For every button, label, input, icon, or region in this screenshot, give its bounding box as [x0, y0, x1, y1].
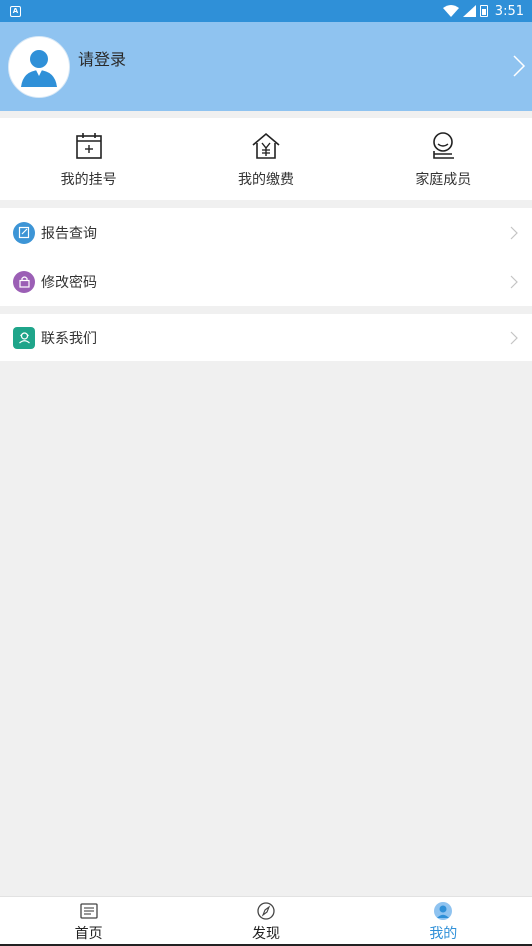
user-avatar-icon[interactable]: [8, 35, 70, 98]
family-member-icon: [433, 132, 455, 159]
quick-label: 我的缴费: [237, 172, 294, 188]
nav-mine[interactable]: 我的: [355, 897, 532, 946]
nav-label: 发现: [251, 925, 280, 942]
bottom-nav: 首页 发现 我的: [0, 896, 532, 946]
chevron-right-icon: [510, 331, 518, 344]
calendar-plus-icon: [75, 133, 102, 159]
quick-actions: 我的挂号 我的缴费 家庭成员: [0, 118, 532, 200]
status-bar: A 3:51: [0, 0, 532, 22]
nav-home[interactable]: 首页: [0, 897, 177, 946]
report-edit-icon: [13, 221, 35, 244]
nav-discover[interactable]: 发现: [177, 897, 354, 946]
nav-label: 我的: [429, 925, 458, 942]
menu-item-change-password[interactable]: 修改密码: [0, 257, 532, 306]
menu-item-contact-us[interactable]: 联系我们: [0, 314, 532, 361]
compass-icon: [257, 901, 275, 920]
menu-item-report-query[interactable]: 报告查询: [0, 208, 532, 257]
house-yen-icon: [252, 132, 280, 159]
status-left: A: [10, 5, 21, 17]
battery-icon: [479, 5, 488, 17]
chevron-right-icon: [510, 226, 518, 239]
quick-label: 家庭成员: [415, 172, 472, 188]
chevron-right-icon[interactable]: [512, 54, 526, 78]
quick-item-family-members[interactable]: 家庭成员: [355, 118, 532, 200]
lock-icon: [13, 270, 35, 293]
login-prompt[interactable]: 请登录: [78, 46, 126, 70]
notification-a-icon: A: [10, 5, 21, 17]
contact-headset-icon: [13, 326, 35, 349]
quick-item-my-registration[interactable]: 我的挂号: [0, 118, 177, 200]
menu-label: 报告查询: [41, 225, 97, 242]
quick-label: 我的挂号: [60, 172, 117, 188]
menu-label: 联系我们: [41, 330, 97, 347]
menu-group-1: 报告查询 修改密码: [0, 208, 532, 306]
status-right: 3:51: [442, 3, 524, 19]
profile-icon: [434, 901, 453, 920]
chevron-right-icon: [510, 275, 518, 288]
status-time: 3:51: [494, 3, 524, 19]
quick-item-my-payment[interactable]: 我的缴费: [177, 118, 354, 200]
profile-header[interactable]: 请登录: [0, 22, 532, 111]
menu-group-2: 联系我们: [0, 314, 532, 361]
home-document-icon: [80, 902, 98, 919]
nav-label: 首页: [74, 925, 103, 942]
menu-label: 修改密码: [41, 274, 97, 291]
signal-icon: [462, 5, 476, 17]
wifi-icon: [442, 5, 459, 17]
